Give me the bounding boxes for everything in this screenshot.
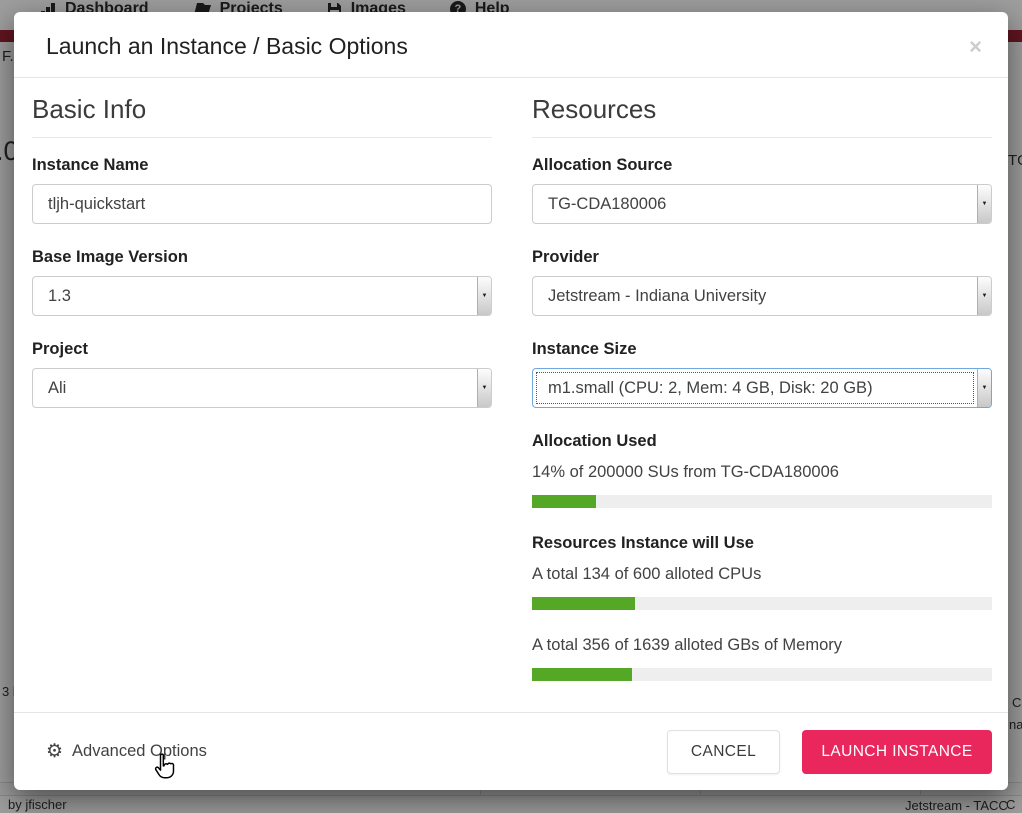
instance-name-label: Instance Name bbox=[32, 156, 492, 175]
select-value: TG-CDA180006 bbox=[533, 185, 977, 223]
gear-icon: ⚙ bbox=[46, 742, 63, 761]
launch-instance-modal: Launch an Instance / Basic Options × Bas… bbox=[14, 12, 1008, 790]
progress-fill bbox=[532, 495, 596, 508]
instance-name-input[interactable] bbox=[32, 184, 492, 224]
footer-buttons: CANCEL LAUNCH INSTANCE bbox=[667, 730, 992, 774]
provider-select[interactable]: Jetstream - Indiana University ▼ bbox=[532, 276, 992, 316]
provider-field: Provider Jetstream - Indiana University … bbox=[532, 248, 992, 316]
select-value: Ali bbox=[33, 369, 477, 407]
close-icon[interactable]: × bbox=[969, 36, 982, 58]
modal-title: Launch an Instance / Basic Options bbox=[46, 33, 978, 60]
memory-usage-progressbar bbox=[532, 668, 992, 681]
allocation-source-field: Allocation Source TG-CDA180006 ▼ bbox=[532, 156, 992, 224]
modal-footer: ⚙ Advanced Options CANCEL LAUNCH INSTANC… bbox=[14, 712, 1008, 790]
base-image-version-select[interactable]: 1.3 ▼ bbox=[32, 276, 492, 316]
project-field: Project Ali ▼ bbox=[32, 340, 492, 408]
instance-name-field: Instance Name bbox=[32, 156, 492, 224]
allocation-used-progressbar bbox=[532, 495, 992, 508]
launch-instance-button[interactable]: LAUNCH INSTANCE bbox=[802, 730, 992, 774]
allocation-source-select[interactable]: TG-CDA180006 ▼ bbox=[532, 184, 992, 224]
chevron-down-icon: ▼ bbox=[977, 369, 991, 407]
chevron-down-icon: ▼ bbox=[977, 185, 991, 223]
progress-fill bbox=[532, 668, 632, 681]
allocation-used-heading: Allocation Used bbox=[532, 432, 992, 451]
select-value: 1.3 bbox=[33, 277, 477, 315]
project-label: Project bbox=[32, 340, 492, 359]
chevron-down-icon: ▼ bbox=[477, 369, 491, 407]
chevron-down-icon: ▼ bbox=[477, 277, 491, 315]
select-value: Jetstream - Indiana University bbox=[533, 277, 977, 315]
instance-size-select[interactable]: m1.small (CPU: 2, Mem: 4 GB, Disk: 20 GB… bbox=[532, 368, 992, 408]
resources-will-use-heading: Resources Instance will Use bbox=[532, 534, 992, 553]
basic-info-heading: Basic Info bbox=[32, 94, 492, 138]
basic-info-section: Basic Info Instance Name Base Image Vers… bbox=[32, 94, 492, 712]
chevron-down-icon: ▼ bbox=[977, 277, 991, 315]
screen: Dashboard Projects Images ? Help F. .0 bbox=[0, 0, 1022, 813]
progress-fill bbox=[532, 597, 635, 610]
instance-size-label: Instance Size bbox=[532, 340, 992, 359]
resources-section: Resources Allocation Source TG-CDA180006… bbox=[532, 94, 992, 712]
modal-body: Basic Info Instance Name Base Image Vers… bbox=[14, 78, 1008, 712]
cancel-button[interactable]: CANCEL bbox=[667, 730, 780, 774]
memory-usage-text: A total 356 of 1639 alloted GBs of Memor… bbox=[532, 636, 992, 655]
select-value: m1.small (CPU: 2, Mem: 4 GB, Disk: 20 GB… bbox=[533, 369, 977, 407]
allocation-used-block: Allocation Used 14% of 200000 SUs from T… bbox=[532, 432, 992, 508]
allocation-source-label: Allocation Source bbox=[532, 156, 992, 175]
cpu-usage-progressbar bbox=[532, 597, 992, 610]
modal-header: Launch an Instance / Basic Options × bbox=[14, 12, 1008, 78]
instance-size-field: Instance Size m1.small (CPU: 2, Mem: 4 G… bbox=[532, 340, 992, 408]
resources-heading: Resources bbox=[532, 94, 992, 138]
project-select[interactable]: Ali ▼ bbox=[32, 368, 492, 408]
base-image-version-field: Base Image Version 1.3 ▼ bbox=[32, 248, 492, 316]
resources-will-use-block: Resources Instance will Use A total 134 … bbox=[532, 534, 992, 681]
cpu-usage-text: A total 134 of 600 alloted CPUs bbox=[532, 565, 992, 584]
advanced-options-label: Advanced Options bbox=[72, 742, 207, 761]
advanced-options-button[interactable]: ⚙ Advanced Options bbox=[46, 742, 207, 761]
allocation-used-text: 14% of 200000 SUs from TG-CDA180006 bbox=[532, 463, 992, 482]
base-image-version-label: Base Image Version bbox=[32, 248, 492, 267]
provider-label: Provider bbox=[532, 248, 992, 267]
